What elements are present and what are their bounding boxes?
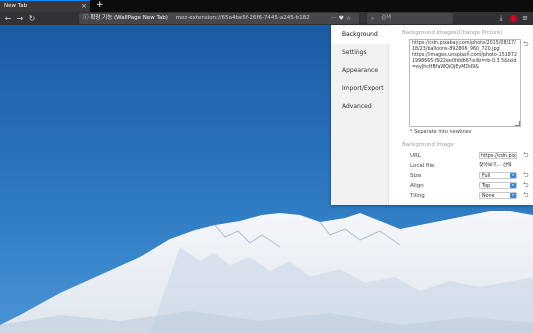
reset-tiling-icon[interactable]: ⮌ (523, 191, 529, 202)
size-label: Size (410, 173, 422, 179)
chevron-down-icon: ▾ (510, 193, 516, 198)
options-content: Background Images(Change Picture) https:… (389, 25, 533, 205)
forward-icon[interactable]: → (15, 13, 25, 24)
nav-item-settings[interactable]: Settings (331, 44, 389, 62)
download-icon[interactable]: ⤓ (496, 13, 506, 24)
background-images-textarea[interactable]: https://cdn.pixabay.com/photo/2015/08/17… (409, 39, 521, 127)
new-tab-button[interactable]: + (96, 0, 104, 10)
url-text: moz-extension://65a4be5f-26f6-7445-a245-… (175, 15, 310, 21)
reset-url-icon[interactable]: ⮌ (523, 151, 529, 162)
tiling-label: Tiling (410, 193, 425, 199)
info-icon[interactable]: ⓘ (83, 15, 89, 21)
resize-handle-icon[interactable] (515, 121, 520, 126)
back-icon[interactable]: ← (3, 13, 13, 24)
url-bar-actions[interactable]: ··· ♥ ☆ (331, 13, 351, 24)
tab-close-icon[interactable]: × (81, 2, 87, 10)
extension-identity: 확장 기능 (WallPage New Tab) (90, 15, 168, 21)
background-images-heading: Background Images(Change Picture) (402, 30, 503, 36)
url-label: URL (410, 153, 421, 159)
tab-title: New Tab (4, 3, 28, 9)
reload-icon[interactable]: ↻ (27, 13, 37, 24)
local-file-label: Local file (410, 163, 435, 169)
tiling-value: None (482, 194, 495, 199)
tab-strip: New Tab × + (0, 0, 533, 12)
search-input[interactable]: ⌕ 검색 (367, 13, 453, 24)
url-bar[interactable]: ⓘ 확장 기능 (WallPage New Tab) moz-extension… (79, 13, 359, 24)
menu-icon[interactable]: ≡ (520, 13, 530, 24)
background-image-heading: Background Image (402, 142, 454, 148)
size-value: Full (482, 174, 491, 179)
url-field[interactable]: https://cdn.pixab (479, 152, 517, 159)
nav-item-background[interactable]: Background (331, 26, 389, 44)
options-sidebar: Background Settings Appearance Import/Ex… (331, 25, 389, 205)
reset-images-icon[interactable]: ⮌ (523, 40, 529, 51)
search-placeholder: 검색 (381, 15, 392, 21)
align-value: Top (482, 184, 491, 189)
size-select[interactable]: Full ▾ (479, 172, 517, 179)
local-file-picker[interactable]: 찾아보기... 선택 (479, 162, 517, 169)
navigation-bar: ← → ↻ ⓘ 확장 기능 (WallPage New Tab) moz-ext… (0, 12, 533, 25)
nav-item-appearance[interactable]: Appearance (331, 62, 389, 80)
extension-icon[interactable] (508, 13, 518, 24)
chevron-down-icon: ▾ (510, 183, 516, 188)
chevron-down-icon: ▾ (510, 173, 516, 178)
nav-item-advanced[interactable]: Advanced (331, 98, 389, 116)
options-panel: Background Settings Appearance Import/Ex… (331, 25, 533, 205)
nav-item-import-export[interactable]: Import/Export (331, 80, 389, 98)
tiling-select[interactable]: None ▾ (479, 192, 517, 199)
search-icon: ⌕ (371, 15, 375, 22)
separate-hint: * Separate into newlines (410, 129, 472, 135)
align-select[interactable]: Top ▾ (479, 182, 517, 189)
tab-new-tab[interactable]: New Tab × (0, 0, 90, 12)
align-label: Align (410, 183, 424, 189)
background-images-value: https://cdn.pixabay.com/photo/2015/08/17… (412, 41, 517, 70)
